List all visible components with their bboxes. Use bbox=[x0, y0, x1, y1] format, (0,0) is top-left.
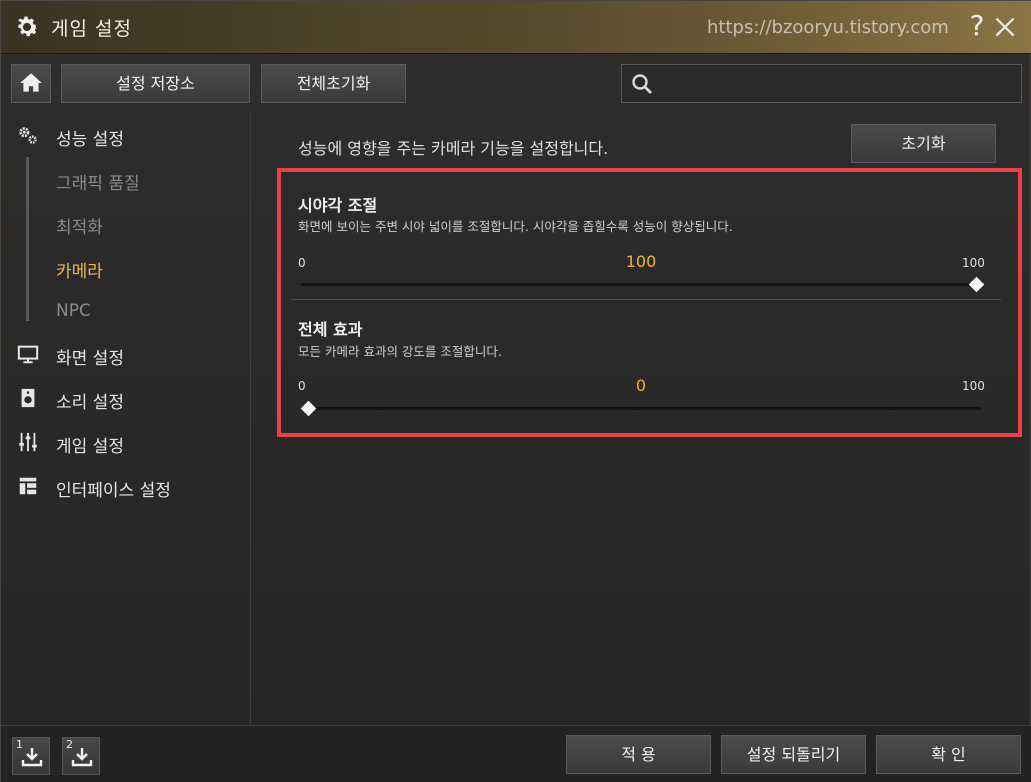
watermark-text: https://bzooryu.tistory.com bbox=[707, 17, 949, 38]
download-icon bbox=[21, 748, 43, 767]
fov-description: 화면에 보이는 주변 시야 넓이를 조절합니다. 시야각을 좁힐수록 성능이 향… bbox=[298, 219, 733, 234]
sidebar-item-label: 소리 설정 bbox=[56, 393, 124, 413]
sidebar-item-game[interactable]: 게임 설정 bbox=[1, 424, 251, 460]
fov-value: 100 bbox=[625, 252, 657, 271]
preset-slot-1-button[interactable]: 1 bbox=[12, 737, 50, 775]
sidebar-item-performance[interactable]: 성능 설정 bbox=[1, 117, 251, 153]
sidebar-item-sound[interactable]: 소리 설정 bbox=[1, 380, 251, 416]
monitor-icon bbox=[17, 345, 39, 364]
speaker-icon bbox=[21, 388, 35, 408]
effects-slider-track[interactable] bbox=[301, 407, 981, 410]
sidebar: 성능 설정 그래픽 품질 최적화 카메라 NPC 화면 설정 소리 설정 게임 … bbox=[1, 113, 251, 725]
window-title: 게임 설정 bbox=[51, 18, 132, 40]
gears-icon bbox=[19, 127, 37, 144]
gear-icon bbox=[18, 16, 38, 37]
effects-title: 전체 효과 bbox=[298, 320, 363, 339]
reset-all-button[interactable]: 전체초기화 bbox=[261, 64, 406, 103]
settings-window: 게임 설정 https://bzooryu.tistory.com ? 설정 저… bbox=[0, 0, 1031, 782]
effects-value: 0 bbox=[635, 376, 647, 395]
highlight-box bbox=[277, 168, 1022, 437]
sidebar-item-interface[interactable]: 인터페이스 설정 bbox=[1, 468, 251, 504]
close-icon[interactable] bbox=[992, 13, 1018, 41]
fov-title: 시야각 조절 bbox=[298, 196, 378, 215]
fov-slider-track[interactable] bbox=[301, 283, 981, 286]
search-box[interactable] bbox=[621, 64, 1022, 103]
home-button[interactable] bbox=[11, 64, 51, 103]
submenu-line bbox=[26, 157, 29, 321]
sidebar-subitem-npc[interactable]: NPC bbox=[56, 301, 91, 321]
help-button[interactable]: ? bbox=[963, 9, 991, 42]
sidebar-subitem-graphics[interactable]: 그래픽 품질 bbox=[56, 169, 140, 194]
sidebar-subitem-camera[interactable]: 카메라 bbox=[56, 257, 103, 282]
settings-storage-button[interactable]: 설정 저장소 bbox=[61, 64, 250, 103]
reset-button[interactable]: 초기화 bbox=[851, 124, 996, 163]
download-icon bbox=[71, 748, 93, 767]
effects-description: 모든 카메라 효과의 강도를 조절합니다. bbox=[298, 344, 502, 359]
effects-min-label: 0 bbox=[298, 379, 306, 393]
sidebar-subitem-optimization[interactable]: 최적화 bbox=[56, 213, 103, 238]
sidebar-item-label: 인터페이스 설정 bbox=[56, 481, 171, 501]
apply-button[interactable]: 적 용 bbox=[566, 735, 711, 774]
fov-max-label: 100 bbox=[962, 256, 985, 270]
layout-icon bbox=[19, 477, 37, 495]
search-input[interactable] bbox=[662, 69, 1012, 98]
sliders-icon bbox=[19, 432, 37, 452]
sidebar-item-label: 성능 설정 bbox=[56, 130, 124, 150]
fov-min-label: 0 bbox=[298, 256, 306, 270]
sidebar-item-label: 화면 설정 bbox=[56, 349, 124, 369]
effects-max-label: 100 bbox=[962, 379, 985, 393]
confirm-button[interactable]: 확 인 bbox=[876, 735, 1021, 774]
home-icon bbox=[20, 73, 42, 92]
section-description: 성능에 영향을 주는 카메라 기능을 설정합니다. bbox=[298, 139, 609, 158]
divider bbox=[291, 299, 1001, 300]
preset-slot-2-button[interactable]: 2 bbox=[62, 737, 100, 775]
sidebar-item-label: 게임 설정 bbox=[56, 437, 124, 457]
sidebar-item-display[interactable]: 화면 설정 bbox=[1, 336, 251, 372]
title-bar[interactable]: 게임 설정 https://bzooryu.tistory.com ? bbox=[1, 1, 1031, 54]
search-icon bbox=[632, 74, 652, 94]
revert-settings-button[interactable]: 설정 되돌리기 bbox=[721, 735, 866, 774]
